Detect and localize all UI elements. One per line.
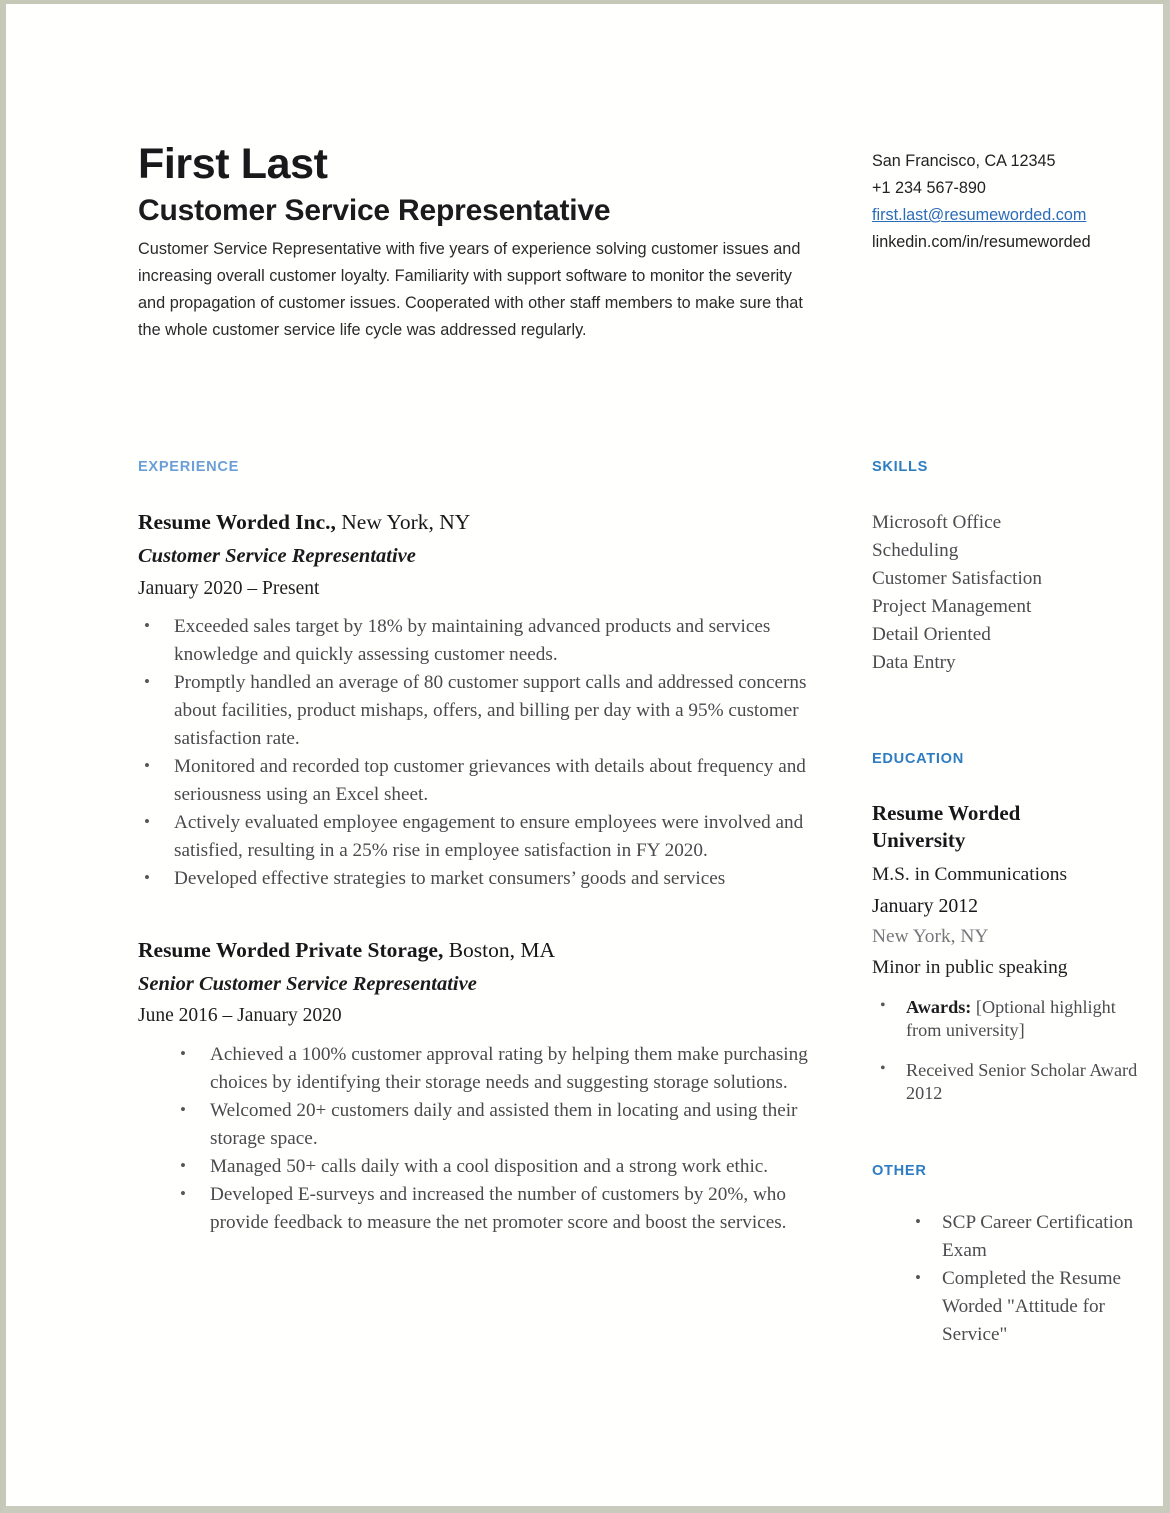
job-bullet-list: Achieved a 100% customer approval rating…: [174, 1040, 828, 1237]
job-bullet: Developed effective strategies to market…: [138, 864, 828, 893]
job-bullet: Actively evaluated employee engagement t…: [138, 808, 828, 865]
education-location: New York, NY: [872, 926, 989, 947]
professional-summary: Customer Service Representative with fiv…: [138, 240, 803, 340]
education-bullet-list: Awards: [Optional highlight from univers…: [872, 994, 1140, 1105]
skill-item: Scheduling: [872, 540, 959, 561]
job-dates: January 2020 – Present: [138, 577, 320, 599]
contact-linkedin: linkedin.com/in/resumeworded: [872, 233, 1091, 251]
job-company: Resume Worded Private Storage,: [138, 937, 444, 962]
education-bullet-label: Awards:: [906, 997, 972, 1017]
section-heading-education: EDUCATION: [872, 751, 964, 767]
resume-page: First Last Customer Service Representati…: [0, 0, 1170, 1513]
job-bullet: Monitored and recorded top customer grie…: [138, 752, 828, 809]
email-link[interactable]: first.last@resumeworded.com: [872, 206, 1086, 224]
education-school: Resume Worded University: [872, 801, 1021, 852]
skill-item: Detail Oriented: [872, 624, 991, 645]
job-company: Resume Worded Inc.,: [138, 510, 336, 534]
candidate-title: Customer Service Representative: [138, 193, 611, 227]
job-bullet: Promptly handled an average of 80 custom…: [138, 668, 828, 753]
resume-sheet: First Last Customer Service Representati…: [6, 4, 1163, 1506]
education-minor: Minor in public speaking: [872, 957, 1068, 978]
other-bullet: SCP Career Certification Exam: [910, 1208, 1140, 1265]
skill-item: Project Management: [872, 596, 1032, 617]
job-company-line: Resume Worded Inc., New York, NY: [138, 509, 828, 536]
education-bullet: Received Senior Scholar Award 2012: [872, 1057, 1140, 1105]
skill-item: Microsoft Office: [872, 512, 1002, 533]
job-bullet: Welcomed 20+ customers daily and assiste…: [174, 1096, 828, 1153]
other-body: SCP Career Certification Exam Completed …: [872, 1208, 1140, 1349]
education-body: Resume Worded University M.S. in Communi…: [872, 800, 1140, 1122]
job-location: New York, NY: [341, 510, 471, 534]
section-heading-skills: SKILLS: [872, 459, 929, 475]
education-bullet: Awards: [Optional highlight from univers…: [872, 994, 1140, 1042]
skills-body: Microsoft Office Scheduling Customer Sat…: [872, 509, 1140, 677]
job-bullet: Achieved a 100% customer approval rating…: [174, 1040, 828, 1097]
section-heading-other: OTHER: [872, 1163, 927, 1179]
job-dates: June 2016 – January 2020: [138, 1005, 342, 1027]
job-location: Boston, MA: [448, 937, 556, 962]
header-block: First Last Customer Service Representati…: [138, 140, 828, 344]
contact-phone: +1 234 567-890: [872, 179, 986, 197]
job-bullet: Exceeded sales target by 18% by maintain…: [138, 612, 828, 669]
job-role: Senior Customer Service Representative: [138, 972, 477, 995]
education-degree: M.S. in Communications: [872, 864, 1067, 885]
job-bullet: Managed 50+ calls daily with a cool disp…: [174, 1152, 828, 1181]
candidate-name: First Last: [138, 140, 328, 188]
education-bullet-text: Received Senior Scholar Award 2012: [906, 1060, 1138, 1103]
other-bullet: Completed the Resume Worded "Attitude fo…: [910, 1264, 1140, 1349]
section-heading-experience: EXPERIENCE: [138, 459, 240, 475]
experience-entry: Resume Worded Private Storage, Boston, M…: [138, 937, 828, 1237]
contact-email[interactable]: first.last@resumeworded.com: [872, 202, 1152, 229]
job-bullet-list: Exceeded sales target by 18% by maintain…: [138, 612, 828, 893]
job-company-line: Resume Worded Private Storage, Boston, M…: [138, 937, 828, 964]
other-bullet-list: SCP Career Certification Exam Completed …: [872, 1208, 1140, 1349]
contact-block: San Francisco, CA 12345 +1 234 567-890 f…: [872, 148, 1152, 256]
job-bullet: Developed E-surveys and increased the nu…: [174, 1180, 828, 1237]
experience-body: Resume Worded Inc., New York, NY Custome…: [138, 509, 828, 1237]
job-role: Customer Service Representative: [138, 544, 416, 567]
skill-item: Data Entry: [872, 652, 956, 673]
education-date: January 2012: [872, 895, 979, 917]
contact-location: San Francisco, CA 12345: [872, 152, 1056, 170]
experience-entry: Resume Worded Inc., New York, NY Custome…: [138, 509, 828, 893]
skill-item: Customer Satisfaction: [872, 568, 1042, 589]
